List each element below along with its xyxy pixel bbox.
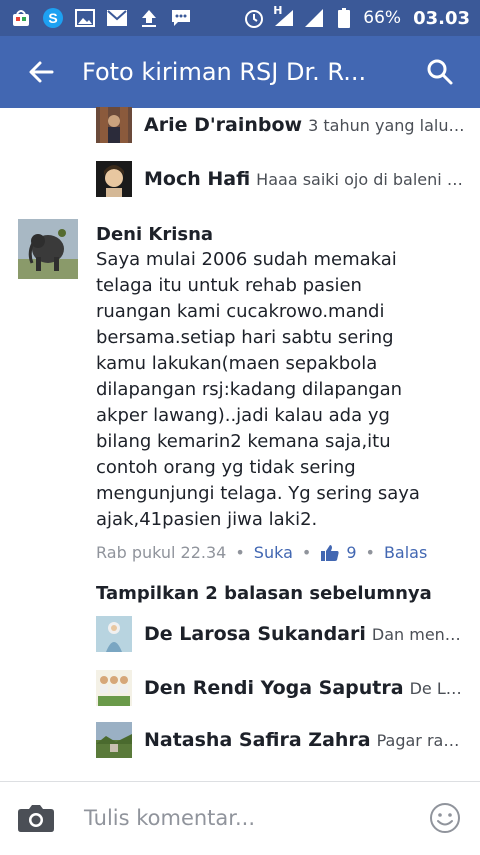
battery-icon [333, 7, 355, 29]
comment-line: contoh orang yg tidak sering [96, 457, 356, 478]
search-button[interactable] [400, 36, 480, 108]
like-button[interactable]: Suka [254, 543, 293, 562]
list-item[interactable]: Den Rendi Yoga Saputra De Laro... [96, 670, 466, 706]
list-item[interactable]: Arie D'rainbow 3 tahun yang lalu w... [96, 107, 466, 143]
reply-author[interactable]: Natasha Safira Zahra [144, 729, 371, 751]
like-count: 9 [346, 543, 357, 562]
avatar[interactable] [96, 670, 132, 706]
svg-text:S: S [48, 10, 57, 26]
comment-line: dilapangan rsj:kadang dilapangan [96, 379, 403, 400]
comment-actions: Rab pukul 22.34 • Suka • 9 • Balas [96, 543, 466, 562]
emoji-button[interactable] [410, 802, 480, 834]
comment-line: bilang kemarin2 kemana saja,itu [96, 431, 391, 452]
image-icon [74, 7, 96, 29]
separator-dot: • [301, 543, 312, 562]
comment-line: bersama.setiap hari sabtu sering [96, 327, 394, 348]
reply-author[interactable]: Arie D'rainbow [144, 114, 302, 136]
thumbs-up-icon [321, 544, 339, 561]
reply-text: Haaa saiki ojo di baleni ri... [256, 169, 466, 189]
app-bar: Foto kiriman RSJ Dr. R... [0, 36, 480, 108]
s-app-icon: S [42, 7, 64, 29]
avatar[interactable] [96, 722, 132, 758]
list-item[interactable]: De Larosa Sukandari Dan menge... [96, 616, 466, 652]
avatar[interactable] [18, 219, 78, 279]
comment-line: Saya mulai 2006 sudah memakai [96, 249, 397, 270]
network-type: H [273, 4, 283, 17]
alarm-icon [243, 7, 265, 29]
chat-icon [170, 7, 192, 29]
comment-timestamp: Rab pukul 22.34 [96, 543, 227, 562]
list-item[interactable]: Moch Hafi Haaa saiki ojo di baleni ri... [96, 161, 466, 197]
comment-composer: Tulis komentar... [0, 781, 480, 854]
reply-text: De Laro... [409, 678, 466, 698]
camera-icon [18, 805, 54, 832]
store-icon [10, 7, 32, 29]
reply-author[interactable]: De Larosa Sukandari [144, 623, 366, 645]
signal-icon [303, 7, 325, 29]
camera-button[interactable] [0, 782, 72, 855]
comment-line: kamu lakukan(maen sepakbola [96, 353, 378, 374]
comment-line: ajak,41pasien jiwa laki2. [96, 509, 318, 530]
avatar[interactable] [96, 616, 132, 652]
reply-text: Dan menge... [371, 624, 466, 644]
mail-icon [106, 7, 128, 29]
comment-input[interactable]: Tulis komentar... [84, 806, 255, 830]
comment: Deni Krisna Saya mulai 2006 sudah memaka… [96, 223, 466, 562]
signal-h-icon: H [273, 4, 295, 29]
back-arrow-icon [29, 61, 54, 83]
show-previous-replies-button[interactable]: Tampilkan 2 balasan sebelumnya [96, 583, 432, 604]
separator-dot: • [365, 543, 375, 562]
comment-author[interactable]: Deni Krisna [96, 223, 466, 247]
like-count-button[interactable]: 9 [320, 543, 357, 562]
reply-text: 3 tahun yang lalu w... [308, 115, 466, 135]
comment-line: mengunjungi telaga. Yg sering saya [96, 483, 420, 504]
comment-line: akper lawang)..jadi kalau ada yg [96, 405, 390, 426]
comment-line: telaga itu untuk rehab pasien [96, 275, 362, 296]
clock: 03.03 [413, 7, 470, 29]
smiley-icon [430, 803, 460, 833]
comment-line: ruangan kami cucakrowo.mandi [96, 301, 385, 322]
separator-dot: • [235, 543, 245, 562]
list-item[interactable]: Natasha Safira Zahra Pagar rapet... [96, 722, 466, 758]
status-bar: S H 66% 03.03 [0, 0, 480, 36]
comment-text: Saya mulai 2006 sudah memakai telaga itu… [96, 247, 466, 533]
reply-author[interactable]: Moch Hafi [144, 168, 250, 190]
avatar[interactable] [96, 107, 132, 143]
upload-icon [138, 7, 160, 29]
battery-level: 66% [363, 8, 402, 28]
reply-button[interactable]: Balas [384, 543, 427, 562]
search-icon [427, 59, 453, 85]
page-title: Foto kiriman RSJ Dr. R... [82, 58, 367, 86]
reply-text: Pagar rapet... [376, 730, 466, 750]
reply-author[interactable]: Den Rendi Yoga Saputra [144, 677, 404, 699]
avatar[interactable] [96, 161, 132, 197]
back-button[interactable] [0, 36, 82, 108]
